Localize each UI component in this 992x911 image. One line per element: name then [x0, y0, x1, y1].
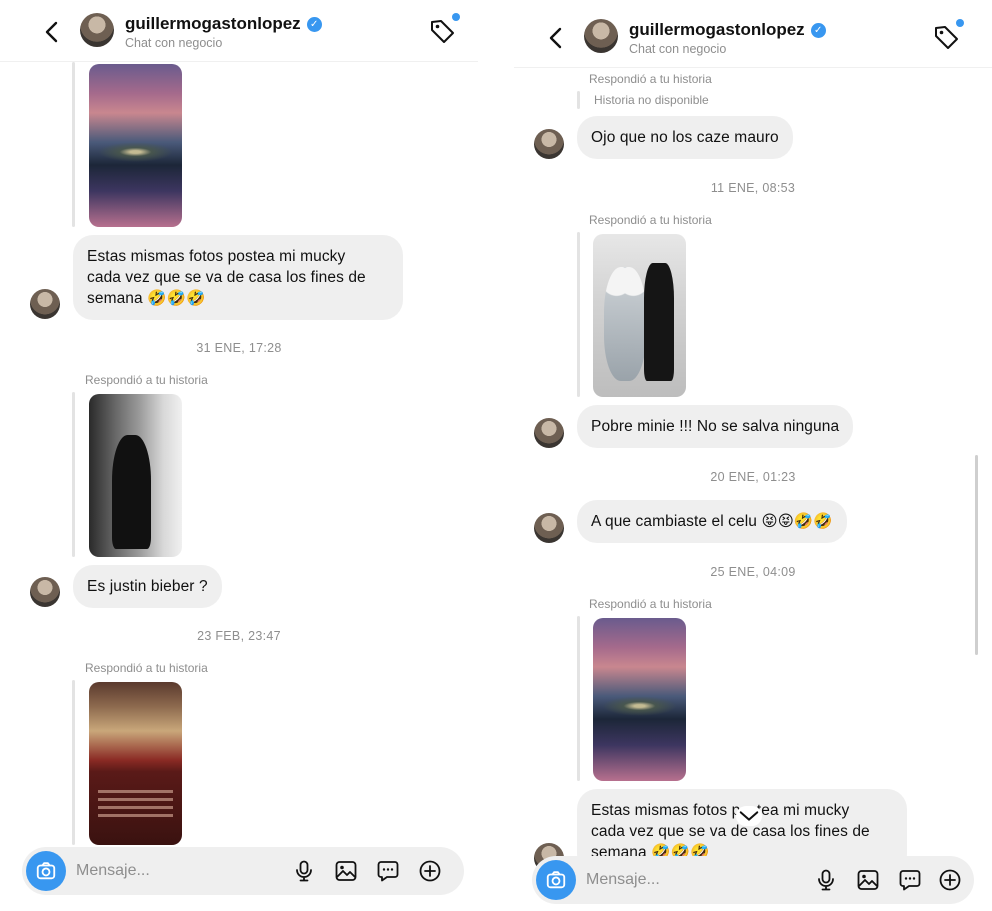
- image-icon: [335, 861, 357, 881]
- chat-header: guillermogastonlopez ✓ Chat con negocio: [514, 6, 992, 68]
- message-input[interactable]: [76, 859, 276, 883]
- right-chat-screenshot: guillermogastonlopez ✓ Chat con negocio …: [514, 0, 992, 911]
- story-thumbnail[interactable]: [89, 394, 182, 557]
- message-bubble: Estas mismas fotos postea mi mucky cada …: [73, 235, 403, 320]
- chat-bubble-icon: [377, 861, 399, 882]
- story-thumbnail[interactable]: [89, 64, 182, 227]
- reply-quote-bar: [72, 680, 75, 845]
- tag-button[interactable]: [428, 13, 460, 47]
- tag-button[interactable]: [932, 19, 964, 53]
- sender-avatar[interactable]: [534, 129, 564, 159]
- sender-avatar[interactable]: [534, 513, 564, 543]
- scrollbar[interactable]: [975, 455, 978, 655]
- camera-icon: [546, 871, 566, 889]
- back-button[interactable]: [542, 24, 570, 52]
- tag-icon: [431, 20, 454, 43]
- gallery-button[interactable]: [332, 857, 360, 885]
- timestamp: 11 ENE, 08:53: [710, 181, 796, 195]
- username-text: guillermogastonlopez: [125, 14, 301, 33]
- sender-avatar[interactable]: [30, 577, 60, 607]
- add-button[interactable]: [936, 866, 964, 894]
- reply-quote-bar: [577, 91, 580, 109]
- message-bubble: A que cambiaste el celu 😝😝🤣🤣: [577, 500, 847, 543]
- story-thumbnail[interactable]: [593, 618, 686, 781]
- panel-divider: [478, 0, 514, 911]
- message-composer: [22, 847, 464, 895]
- story-thumbnail[interactable]: [593, 234, 686, 397]
- message-bubble: Pobre minie !!! No se salva ninguna: [577, 405, 854, 448]
- reply-quote-bar: [72, 392, 75, 557]
- scroll-down-button[interactable]: [736, 806, 762, 826]
- camera-button[interactable]: [26, 851, 66, 891]
- reply-label: Respondió a tu historia: [589, 597, 712, 611]
- verified-badge-icon: ✓: [810, 22, 826, 38]
- message-composer: [532, 856, 974, 904]
- microphone-icon: [818, 869, 834, 891]
- sticker-button[interactable]: [374, 857, 402, 885]
- username-text: guillermogastonlopez: [629, 20, 805, 39]
- chat-header: guillermogastonlopez ✓ Chat con negocio: [0, 0, 478, 62]
- story-unavailable-text: Historia no disponible: [594, 93, 709, 107]
- message-bubble: Es justin bieber ?: [73, 565, 222, 608]
- microphone-icon: [296, 860, 312, 882]
- sticker-button[interactable]: [896, 866, 924, 894]
- chat-subtitle: Chat con negocio: [629, 42, 727, 56]
- message-bubble: Ojo que no los caze mauro: [577, 116, 793, 159]
- plus-circle-icon: [939, 869, 961, 891]
- left-chat-screenshot: guillermogastonlopez ✓ Chat con negocio …: [0, 0, 478, 911]
- gallery-button[interactable]: [854, 866, 882, 894]
- chat-subtitle: Chat con negocio: [125, 36, 223, 50]
- timestamp: 25 ENE, 04:09: [710, 565, 796, 579]
- tag-icon: [935, 26, 958, 49]
- notification-dot: [956, 19, 964, 27]
- sender-avatar[interactable]: [534, 418, 564, 448]
- reply-quote-bar: [72, 62, 75, 227]
- profile-username[interactable]: guillermogastonlopez ✓: [629, 20, 826, 40]
- reply-label: Respondió a tu historia: [589, 213, 712, 227]
- chevron-left-icon: [45, 21, 58, 43]
- notification-dot: [452, 13, 460, 21]
- back-button[interactable]: [38, 18, 66, 46]
- timestamp: 23 FEB, 23:47: [197, 629, 281, 643]
- reply-quote-bar: [577, 616, 580, 781]
- profile-username[interactable]: guillermogastonlopez ✓: [125, 14, 322, 34]
- chat-bubble-icon: [899, 870, 921, 891]
- image-icon: [857, 870, 879, 890]
- chevron-left-icon: [549, 27, 562, 49]
- reply-quote-bar: [577, 232, 580, 397]
- add-button[interactable]: [416, 857, 444, 885]
- chevron-down-icon: [739, 811, 759, 821]
- sender-avatar[interactable]: [30, 289, 60, 319]
- message-input[interactable]: [586, 868, 786, 892]
- reply-label: Respondió a tu historia: [589, 72, 712, 86]
- reply-label: Respondió a tu historia: [85, 661, 208, 675]
- microphone-button[interactable]: [812, 866, 840, 894]
- timestamp: 20 ENE, 01:23: [710, 470, 796, 484]
- microphone-button[interactable]: [290, 857, 318, 885]
- story-thumbnail[interactable]: [89, 682, 182, 845]
- plus-circle-icon: [419, 860, 441, 882]
- reply-label: Respondió a tu historia: [85, 373, 208, 387]
- verified-badge-icon: ✓: [306, 16, 322, 32]
- profile-avatar[interactable]: [584, 19, 618, 53]
- profile-avatar[interactable]: [80, 13, 114, 47]
- camera-button[interactable]: [536, 860, 576, 900]
- timestamp: 31 ENE, 17:28: [196, 341, 282, 355]
- camera-icon: [36, 862, 56, 880]
